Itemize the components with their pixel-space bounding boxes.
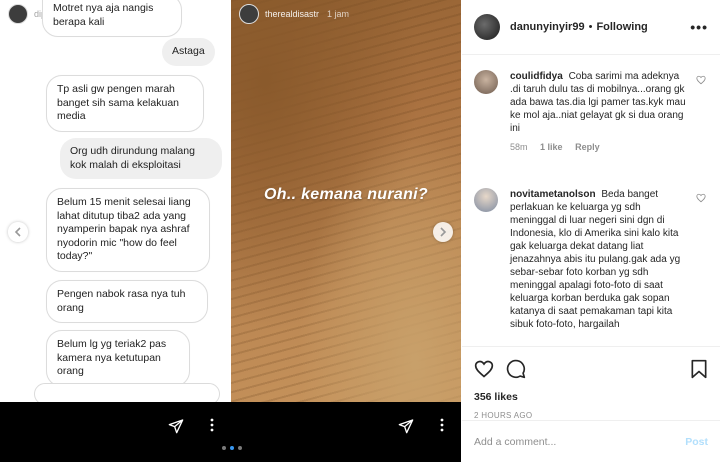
comment-meta: 58m 1 like Reply bbox=[510, 141, 688, 154]
reply-button[interactable]: Reply bbox=[575, 142, 600, 152]
like-comment-button[interactable] bbox=[696, 72, 706, 90]
like-comment-button[interactable] bbox=[696, 190, 706, 208]
next-slide-button[interactable] bbox=[433, 222, 453, 242]
send-icon bbox=[168, 419, 184, 434]
commenter-username[interactable]: novitametanolson bbox=[510, 189, 596, 200]
chat-bubble: Tp asli gw pengen marah banget sih sama … bbox=[46, 75, 204, 132]
comment-time[interactable]: 58m bbox=[510, 142, 528, 152]
carousel-dot[interactable] bbox=[222, 446, 226, 450]
more-options-button[interactable]: ••• bbox=[690, 19, 708, 35]
chat-bubble: Motret nya aja nangis berapa kali bbox=[42, 0, 182, 37]
carousel-dot[interactable] bbox=[238, 446, 242, 450]
previous-slide-button[interactable] bbox=[8, 222, 28, 242]
chat-bubble: Pengen nabok rasa nya tuh orang bbox=[46, 280, 208, 323]
heart-icon bbox=[474, 360, 494, 378]
post-comment-button[interactable]: Post bbox=[685, 436, 708, 448]
following-button[interactable]: Following bbox=[596, 21, 647, 33]
chat-bubble: Org udh dirundung malang kok malah di ek… bbox=[60, 138, 222, 179]
comment-icon bbox=[506, 359, 526, 379]
post-actions: 356 likes 2 HOURS AGO bbox=[462, 346, 720, 420]
bookmark-icon bbox=[691, 359, 707, 379]
chat-message-input bbox=[34, 383, 220, 402]
story-avatar bbox=[239, 4, 259, 24]
comment-button[interactable] bbox=[506, 359, 526, 379]
story-time: 1 jam bbox=[327, 9, 350, 19]
story-username: therealdisastr bbox=[265, 9, 320, 19]
chat-bubble: Astaga bbox=[162, 38, 215, 66]
save-button[interactable] bbox=[690, 359, 708, 379]
heart-icon bbox=[696, 75, 706, 85]
comment-item: coulidfidya Coba sarimi ma adeknya .di t… bbox=[474, 70, 706, 154]
chat-bubble: Belum 15 menit selesai liang lahat ditut… bbox=[46, 188, 210, 272]
action-icons bbox=[474, 355, 708, 383]
share-story-button[interactable] bbox=[398, 418, 414, 434]
commenter-avatar[interactable] bbox=[474, 70, 498, 94]
post-side-panel: danunyinyir99 • Following ••• coulidfidy… bbox=[462, 0, 720, 462]
commenter-avatar[interactable] bbox=[474, 188, 498, 212]
commenter-username[interactable]: coulidfidya bbox=[510, 71, 563, 82]
story-caption-text: Oh.. kemana nurani? bbox=[264, 186, 428, 203]
send-icon bbox=[398, 419, 414, 434]
comment-like-count[interactable]: 1 like bbox=[540, 142, 563, 152]
more-vertical-icon bbox=[210, 418, 214, 432]
chat-bubble: Belum lg yg teriak2 pas kamera nya ketut… bbox=[46, 330, 190, 387]
comments-list[interactable]: coulidfidya Coba sarimi ma adeknya .di t… bbox=[462, 56, 720, 346]
post-timestamp: 2 HOURS AGO bbox=[474, 411, 533, 420]
comment-item: novitametanolson Beda banget perlakuan k… bbox=[474, 188, 706, 331]
story-options-button[interactable] bbox=[210, 418, 214, 432]
more-vertical-icon bbox=[440, 418, 444, 432]
story-options-button[interactable] bbox=[440, 418, 444, 432]
media-viewer: dipo_ilham Motret nya aja nangis berapa … bbox=[0, 0, 461, 462]
chevron-right-icon bbox=[440, 227, 447, 237]
story-chat-screenshot[interactable]: dipo_ilham Motret nya aja nangis berapa … bbox=[2, 0, 230, 402]
separator: • bbox=[588, 21, 593, 33]
share-story-button[interactable] bbox=[168, 418, 184, 434]
author-username[interactable]: danunyinyir99 bbox=[510, 21, 585, 33]
story-header: therealdisastr 1 jam bbox=[239, 4, 349, 24]
add-comment-input[interactable] bbox=[474, 435, 686, 448]
chevron-left-icon bbox=[14, 227, 21, 237]
comment-body: novitametanolson Beda banget perlakuan k… bbox=[510, 188, 688, 331]
add-comment-bar: Post bbox=[462, 420, 720, 462]
carousel-dot-active[interactable] bbox=[230, 446, 234, 450]
story-avatar bbox=[8, 4, 28, 24]
like-button[interactable] bbox=[474, 359, 494, 379]
comment-text: Beda banget perlakuan ke keluarga yg sdh… bbox=[510, 189, 681, 330]
story-bottom-bar bbox=[0, 402, 461, 462]
post-header: danunyinyir99 • Following ••• bbox=[462, 0, 720, 55]
story-photo[interactable]: therealdisastr 1 jam Oh.. kemana nurani? bbox=[231, 0, 461, 402]
carousel-indicator bbox=[222, 446, 242, 450]
like-count[interactable]: 356 likes bbox=[474, 391, 708, 403]
heart-icon bbox=[696, 193, 706, 203]
comment-body: coulidfidya Coba sarimi ma adeknya .di t… bbox=[510, 70, 688, 154]
author-avatar[interactable] bbox=[474, 14, 500, 40]
